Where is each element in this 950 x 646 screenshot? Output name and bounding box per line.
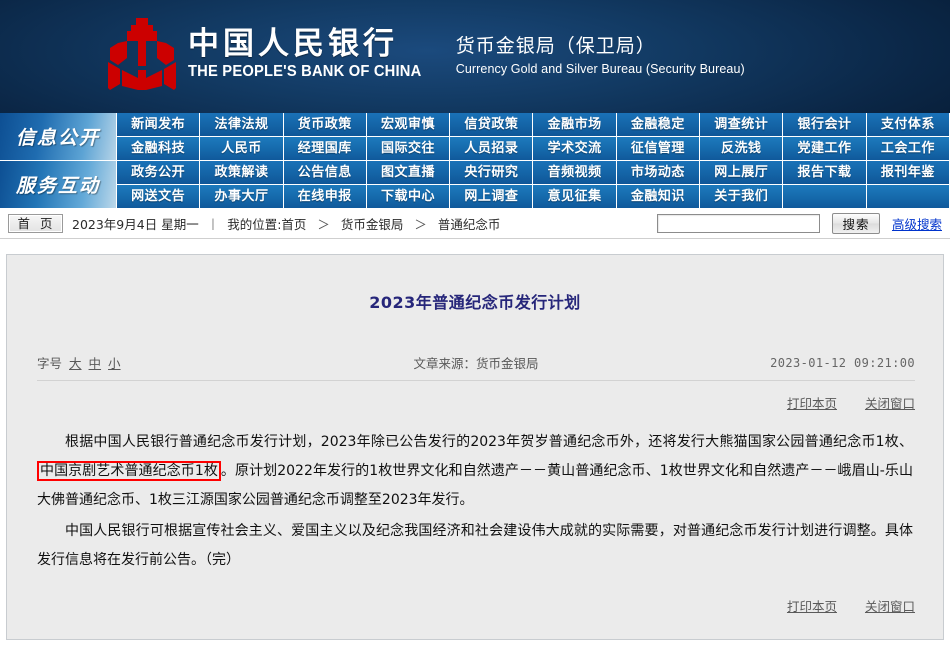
nav-item-baokannianjian[interactable]: 报刊年鉴 xyxy=(866,161,950,185)
nav-item-jinrongshichang[interactable]: 金融市场 xyxy=(533,113,617,137)
breadcrumb-item-home[interactable]: 首页 xyxy=(281,217,306,232)
nav-item-zaixianshenbao[interactable]: 在线申报 xyxy=(283,185,367,209)
nav-item-hongguanshenshen[interactable]: 宏观审慎 xyxy=(366,113,451,137)
search-button[interactable]: 搜索 xyxy=(831,213,880,234)
nav-item-tuwenzhibo[interactable]: 图文直播 xyxy=(366,161,451,185)
breadcrumb-separator: 丨 xyxy=(206,217,220,232)
nav-item-wangshangdiaocha[interactable]: 网上调查 xyxy=(450,185,534,209)
nav-item-renyuanzhaolu[interactable]: 人员招录 xyxy=(450,137,534,161)
bank-name-block: 中国人民银行 THE PEOPLE'S BANK OF CHINA xyxy=(188,27,434,81)
nav-item-yanghangyanjiu[interactable]: 央行研究 xyxy=(450,161,534,185)
nav-item-shichangdongtai[interactable]: 市场动态 xyxy=(616,161,701,185)
article-paragraph-2: 中国人民银行可根据宣传社会主义、爱国主义以及纪念我国经济和社会建设伟大成就的实际… xyxy=(37,523,913,568)
print-link-top[interactable]: 打印本页 xyxy=(787,393,837,412)
nav-item-guojijiaowang[interactable]: 国际交往 xyxy=(366,137,451,161)
pboc-emblem-icon xyxy=(108,18,176,90)
nav-item-fanxiqian[interactable]: 反洗钱 xyxy=(700,137,784,161)
nav-item-wangsongwengao[interactable]: 网送文告 xyxy=(117,185,201,209)
close-link-bottom[interactable]: 关闭窗口 xyxy=(865,596,915,615)
nav-side-label-information[interactable]: 信息公开 xyxy=(0,113,117,161)
breadcrumb-item-bureau[interactable]: 货币金银局 xyxy=(341,217,404,232)
nav-item-zhifutixi[interactable]: 支付体系 xyxy=(866,113,950,137)
nav-item-yinpinshipin[interactable]: 音频视频 xyxy=(533,161,617,185)
nav-item-zhengcejiedu[interactable]: 政策解读 xyxy=(200,161,284,185)
nav-row: 政务公开 政策解读 公告信息 图文直播 央行研究 音频视频 市场动态 网上展厅 … xyxy=(117,161,950,185)
nav-item-jinrongwending[interactable]: 金融稳定 xyxy=(616,113,701,137)
nav-item-empty-1 xyxy=(783,185,867,209)
nav-item-gonghuigongzuo[interactable]: 工会工作 xyxy=(866,137,950,161)
banner-brand: 中国人民银行 THE PEOPLE'S BANK OF CHINA 货币金银局（… xyxy=(108,18,745,90)
nav-item-xinwenfabu[interactable]: 新闻发布 xyxy=(117,113,201,137)
nav-item-xueshujiaoliu[interactable]: 学术交流 xyxy=(533,137,617,161)
article-meta: 字号 大 中 小 文章来源：货币金银局 2023-01-12 09:21:00 xyxy=(37,353,915,372)
paragraph-1-text-before: 根据中国人民银行普通纪念币发行计划，2023年除已公告发行的2023年贺岁普通纪… xyxy=(65,434,913,450)
breadcrumb-arrow-2: ＞ xyxy=(414,217,427,232)
nav-item-baogaoxiazai[interactable]: 报告下载 xyxy=(783,161,867,185)
nav-item-guanyuwomen[interactable]: 关于我们 xyxy=(700,185,784,209)
current-weekday: 星期一 xyxy=(161,217,199,232)
nav-item-xindaizhengce[interactable]: 信贷政策 xyxy=(450,113,534,137)
nav-item-wangshangzhanting[interactable]: 网上展厅 xyxy=(700,161,784,185)
location-label: 我的位置: xyxy=(227,217,282,232)
article-source: 文章来源：货币金银局 xyxy=(413,356,539,371)
nav-item-jinrongkeji[interactable]: 金融科技 xyxy=(117,137,201,161)
nav-item-zhengwugongkai[interactable]: 政务公开 xyxy=(117,161,201,185)
breadcrumb: 2023年9月4日 星期一 丨 我的位置:首页 ＞ 货币金银局 ＞ 普通纪念币 xyxy=(72,214,500,233)
nav-item-banshidating[interactable]: 办事大厅 xyxy=(200,185,284,209)
site-banner: 中国人民银行 THE PEOPLE'S BANK OF CHINA 货币金银局（… xyxy=(0,0,950,113)
advanced-search-link[interactable]: 高级搜索 xyxy=(892,214,942,233)
bureau-name-block: 货币金银局（保卫局） Currency Gold and Silver Bure… xyxy=(456,32,745,77)
nav-item-renminbi[interactable]: 人民币 xyxy=(200,137,284,161)
nav-columns-information: 新闻发布 法律法规 货币政策 宏观审慎 信贷政策 金融市场 金融稳定 调查统计 … xyxy=(117,113,950,161)
current-date: 2023年9月4日 xyxy=(72,217,158,232)
article-panel: 2023年普通纪念币发行计划 字号 大 中 小 文章来源：货币金银局 2023-… xyxy=(6,254,944,640)
nav-group-information: 信息公开 新闻发布 法律法规 货币政策 宏观审慎 信贷政策 金融市场 金融稳定 … xyxy=(0,113,950,161)
search-input[interactable] xyxy=(656,214,820,233)
nav-item-zhengxinguanli[interactable]: 征信管理 xyxy=(616,137,701,161)
highlighted-phrase: 中国京剧艺术普通纪念币1枚 xyxy=(37,461,221,481)
bureau-name-en: Currency Gold and Silver Bureau (Securit… xyxy=(455,62,745,77)
article-paragraph-1: 根据中国人民银行普通纪念币发行计划，2023年除已公告发行的2023年贺岁普通纪… xyxy=(37,428,913,515)
article-tools-bottom: 打印本页 关闭窗口 xyxy=(787,596,915,615)
meta-divider xyxy=(37,380,915,381)
main-navigation: 信息公开 新闻发布 法律法规 货币政策 宏观审慎 信贷政策 金融市场 金融稳定 … xyxy=(0,113,950,209)
article-tools-top: 打印本页 关闭窗口 xyxy=(37,393,915,412)
home-button[interactable]: 首 页 xyxy=(8,214,63,233)
nav-item-falvfagui[interactable]: 法律法规 xyxy=(200,113,284,137)
nav-item-dangjiangongzuo[interactable]: 党建工作 xyxy=(783,137,867,161)
page-title: 2023年普通纪念币发行计划 xyxy=(369,293,581,312)
nav-row: 新闻发布 法律法规 货币政策 宏观审慎 信贷政策 金融市场 金融稳定 调查统计 … xyxy=(117,113,950,137)
breadcrumb-arrow-1: ＞ xyxy=(317,217,330,232)
search-area: 搜索 高级搜索 xyxy=(656,213,950,234)
print-link-bottom[interactable]: 打印本页 xyxy=(787,596,837,615)
nav-item-jingliguoku[interactable]: 经理国库 xyxy=(283,137,367,161)
nav-item-xiazaizhongxin[interactable]: 下载中心 xyxy=(366,185,451,209)
breadcrumb-item-current: 普通纪念币 xyxy=(437,217,501,232)
nav-item-empty-2 xyxy=(866,185,950,209)
nav-item-diaochatongji[interactable]: 调查统计 xyxy=(700,113,784,137)
bureau-name-cn: 货币金银局（保卫局） xyxy=(455,34,656,57)
nav-group-service: 服务互动 政务公开 政策解读 公告信息 图文直播 央行研究 音频视频 市场动态 … xyxy=(0,161,950,209)
nav-item-jinrongzhishi[interactable]: 金融知识 xyxy=(616,185,701,209)
nav-side-label-service[interactable]: 服务互动 xyxy=(0,161,117,209)
breadcrumb-bar: 首 页 2023年9月4日 星期一 丨 我的位置:首页 ＞ 货币金银局 ＞ 普通… xyxy=(0,209,950,239)
nav-row: 金融科技 人民币 经理国库 国际交往 人员招录 学术交流 征信管理 反洗钱 党建… xyxy=(117,137,950,161)
nav-columns-service: 政务公开 政策解读 公告信息 图文直播 央行研究 音频视频 市场动态 网上展厅 … xyxy=(117,161,950,209)
nav-row: 网送文告 办事大厅 在线申报 下载中心 网上调查 意见征集 金融知识 关于我们 xyxy=(117,185,950,209)
close-link-top[interactable]: 关闭窗口 xyxy=(865,393,915,412)
nav-item-gonggaoxinxi[interactable]: 公告信息 xyxy=(283,161,367,185)
article-body: 根据中国人民银行普通纪念币发行计划，2023年除已公告发行的2023年贺岁普通纪… xyxy=(37,428,913,575)
nav-item-yinhangkuaiji[interactable]: 银行会计 xyxy=(783,113,867,137)
bank-name-cn: 中国人民银行 xyxy=(188,26,398,63)
nav-item-huobizhengce[interactable]: 货币政策 xyxy=(283,113,367,137)
bank-name-en: THE PEOPLE'S BANK OF CHINA xyxy=(188,62,422,80)
nav-item-yijianzhengji[interactable]: 意见征集 xyxy=(533,185,617,209)
